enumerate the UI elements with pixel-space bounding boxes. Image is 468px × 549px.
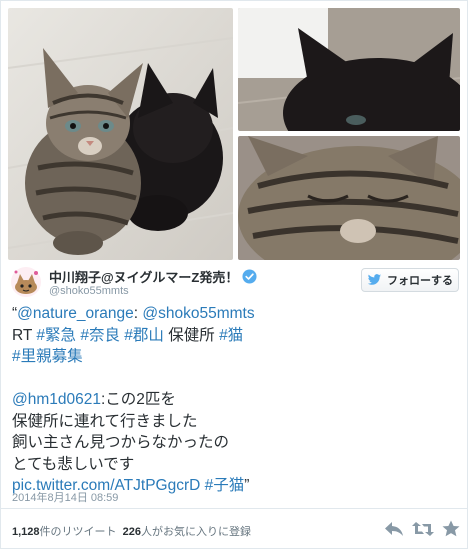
retweet-icon[interactable] <box>412 521 434 537</box>
verified-icon <box>242 269 257 284</box>
follow-button-label: フォローする <box>387 275 453 287</box>
favorite-count[interactable]: 226 <box>123 526 141 538</box>
divider <box>1 508 467 509</box>
mention-link[interactable]: @shoko55mmts <box>142 305 254 322</box>
hashtag-link[interactable]: #郡山 <box>124 327 164 344</box>
photo-kittens-pair[interactable] <box>8 8 233 260</box>
tweet-line-2: RT #緊急 #奈良 #郡山 保健所 #猫 <box>12 325 457 347</box>
reply-icon[interactable] <box>384 521 404 537</box>
author-handle[interactable]: @shoko55mmts <box>49 285 129 297</box>
embedded-tweet-card: 中川翔子@ヌイグルマーZ発売！ @shoko55mmts フォローする “@na… <box>0 0 468 549</box>
mention-link[interactable]: @hm1d0621 <box>12 391 101 408</box>
follow-button[interactable]: フォローする <box>361 268 459 292</box>
photo-tabby-kitten[interactable] <box>238 136 460 260</box>
favorite-count-label: 人がお気に入りに登録 <box>141 526 252 538</box>
engagement-stats: 1,128件のリツイート 226人がお気に入りに登録 <box>12 523 251 539</box>
mention-link[interactable]: @nature_orange <box>17 305 134 322</box>
tweet-line-5: 保健所に連れて行きました <box>12 412 198 430</box>
retweet-count-label: 件のリツイート <box>39 526 117 538</box>
hashtag-link[interactable]: #里親募集 <box>12 348 83 365</box>
photo-black-kitten[interactable] <box>238 8 460 131</box>
hashtag-link[interactable]: #奈良 <box>80 327 120 344</box>
hashtag-link[interactable]: #緊急 <box>36 327 76 344</box>
tweet-line-3: #里親募集 <box>12 346 457 368</box>
rt-text: RT <box>12 326 37 344</box>
plain-word: 保健所 <box>168 326 215 344</box>
timestamp[interactable]: 2014年8月14日 08:59 <box>12 489 118 505</box>
avatar[interactable] <box>10 266 42 298</box>
hashtag-link[interactable]: #子猫 <box>205 477 245 494</box>
tweet-text-segment: :この2匹を <box>101 391 176 408</box>
favorite-icon[interactable] <box>442 520 460 537</box>
author-display-name[interactable]: 中川翔子@ヌイグルマーZ発売！ <box>49 267 238 286</box>
tweet-line-4: @hm1d0621:この2匹を <box>12 389 457 411</box>
tweet-line-1: “@nature_orange: @shoko55mmts <box>12 303 457 325</box>
hashtag-link[interactable]: #猫 <box>219 327 243 344</box>
tweet-line-7: とても悲しいです <box>12 455 135 473</box>
retweet-count[interactable]: 1,128 <box>12 526 40 538</box>
close-quote: ” <box>244 477 250 494</box>
twitter-bird-icon <box>367 274 382 285</box>
tweet-line-6: 飼い主さん見つからなかったの <box>12 434 230 451</box>
author-name-row[interactable]: 中川翔子@ヌイグルマーZ発売！ <box>49 267 257 286</box>
tweet-text: “@nature_orange: @shoko55mmts RT #緊急 #奈良… <box>12 303 457 497</box>
